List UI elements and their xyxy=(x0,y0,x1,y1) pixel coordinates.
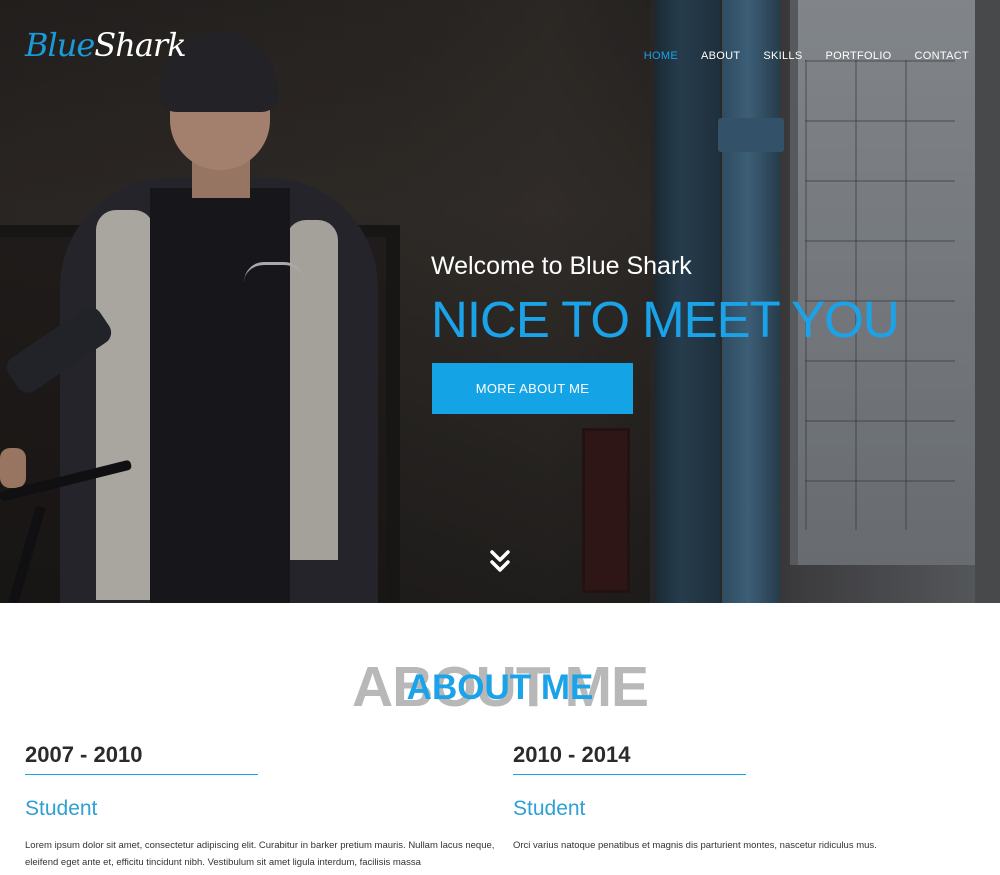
timeline-description: Orci varius natoque penatibus et magnis … xyxy=(513,840,877,851)
double-chevron-down-icon[interactable] xyxy=(489,549,511,575)
nav-item-skills[interactable]: SKILLS xyxy=(763,50,802,62)
timeline-years: 2010 - 2014 xyxy=(513,742,631,767)
nav-item-contact[interactable]: CONTACT xyxy=(915,50,969,62)
timeline-role: Student xyxy=(25,797,98,820)
brand-logo[interactable]: BlueShark xyxy=(25,26,187,70)
hero-welcome-text: Welcome to Blue Shark xyxy=(431,252,692,280)
timeline-divider xyxy=(25,774,258,775)
hero-headline: NICE TO MEET YOU xyxy=(431,291,900,348)
nav-item-home[interactable]: HOME xyxy=(644,50,678,62)
about-title: ABOUT ME xyxy=(406,668,594,707)
timeline-divider xyxy=(513,774,746,775)
nav-item-about[interactable]: ABOUT xyxy=(701,50,740,62)
timeline-entry: 2007 - 2010 Student Lorem ipsum dolor si… xyxy=(25,738,495,871)
timeline-entry: 2010 - 2014 Student Orci varius natoque … xyxy=(513,738,983,854)
more-about-me-button[interactable]: MORE ABOUT ME xyxy=(432,363,633,414)
brand-logo-part2: Shark xyxy=(94,26,186,64)
timeline-description: Lorem ipsum dolor sit amet, consectetur … xyxy=(25,840,495,868)
timeline-years: 2007 - 2010 xyxy=(25,742,143,767)
main-nav: HOME ABOUT SKILLS PORTFOLIO CONTACT xyxy=(621,50,969,62)
brand-logo-part1: Blue xyxy=(25,26,95,64)
timeline-role: Student xyxy=(513,797,586,820)
nav-item-portfolio[interactable]: PORTFOLIO xyxy=(825,50,891,62)
